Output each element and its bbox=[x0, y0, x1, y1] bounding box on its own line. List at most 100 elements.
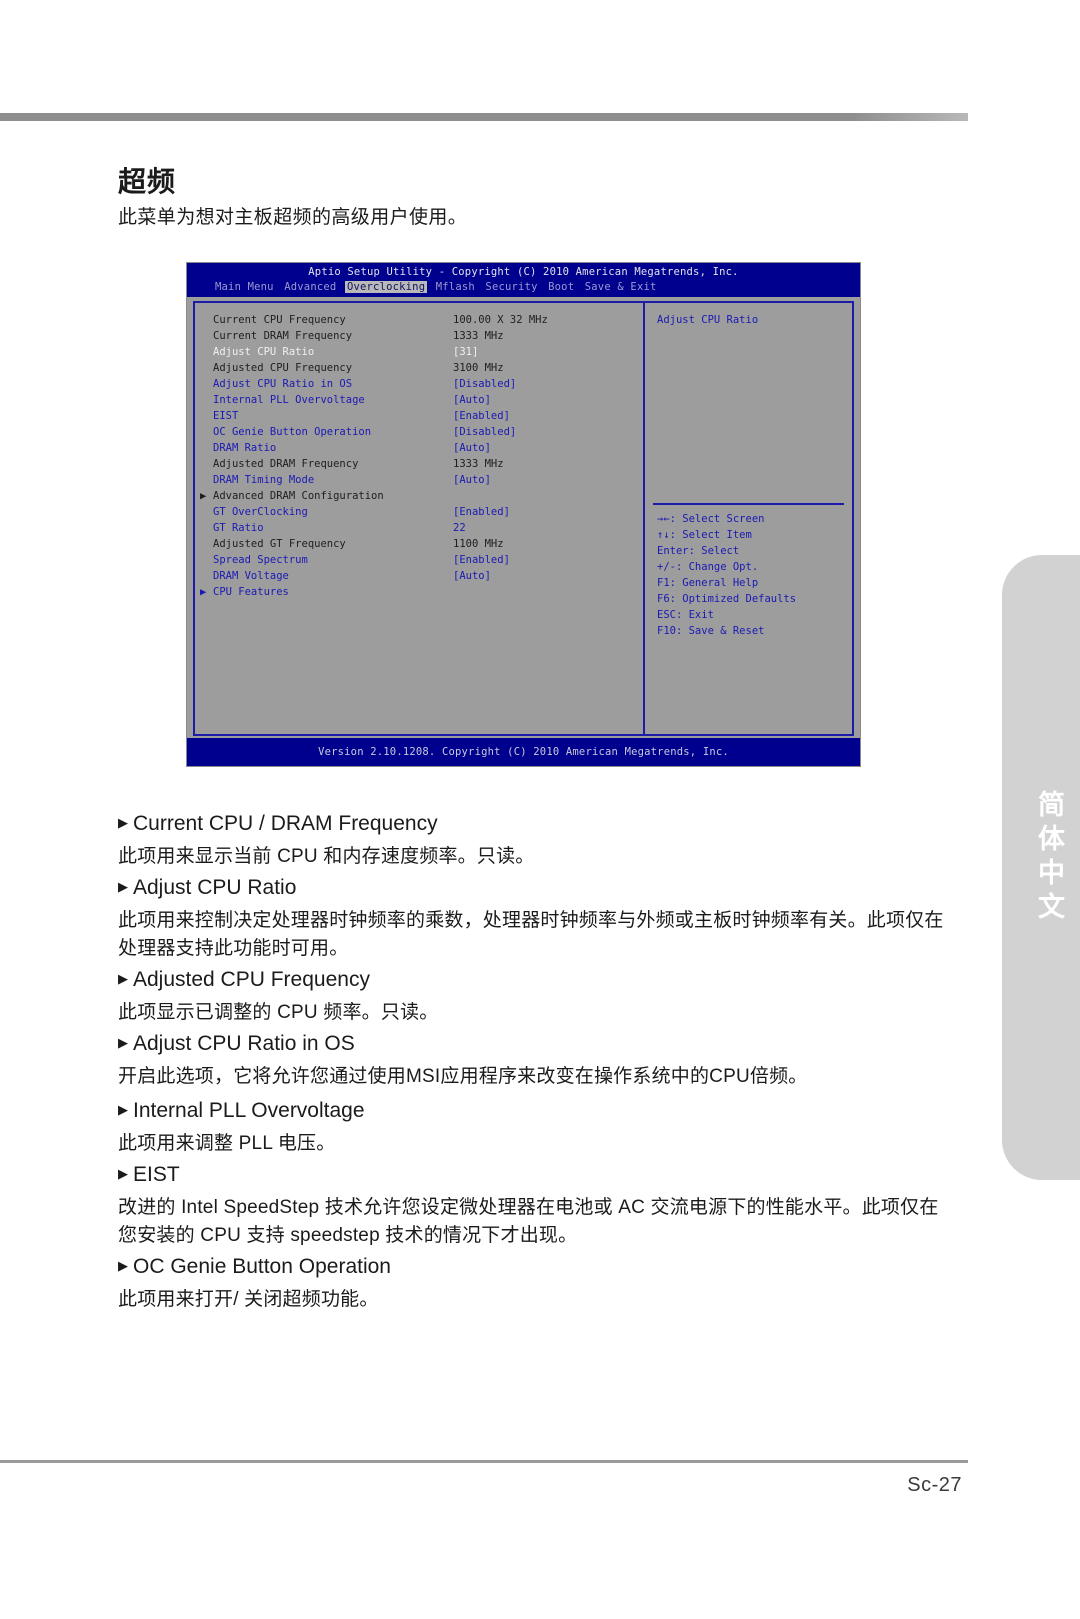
bios-menu-overclocking[interactable]: Overclocking bbox=[344, 281, 428, 293]
bios-setting-row[interactable]: ▶ Advanced DRAM Configuration bbox=[195, 488, 643, 504]
bios-setting-value[interactable]: 100.00 X 32 MHz bbox=[453, 312, 548, 328]
bios-help-key: F1: General Help bbox=[657, 577, 759, 589]
bios-setting-label: Internal PLL Overvoltage bbox=[213, 394, 365, 406]
bios-setting-value[interactable]: 3100 MHz bbox=[453, 360, 504, 376]
bios-setting-label: Adjusted DRAM Frequency bbox=[213, 458, 359, 470]
description-item-body: 此项用来显示当前 CPU 和内存速度频率。只读。 bbox=[118, 846, 535, 867]
bios-setting-row[interactable]: Adjust CPU Ratio [31] bbox=[195, 344, 643, 360]
bullet-arrow-icon: ▶ bbox=[118, 815, 128, 830]
bios-setting-row[interactable]: Current DRAM Frequency 1333 MHz bbox=[195, 328, 643, 344]
description-item-body: 此项用来调整 PLL 电压。 bbox=[118, 1133, 336, 1154]
description-item: ▶ Adjust CPU Ratio in OS 开启此选项，它将允许您通过使用MS… bbox=[118, 1032, 944, 1091]
bios-setting-value[interactable]: [Disabled] bbox=[453, 376, 516, 392]
bios-help-key: ESC: Exit bbox=[657, 609, 714, 621]
description-item-body: 此项用来控制决定处理器时钟频率的乘数，处理器时钟频率与外频或主板时钟频率有关。此… bbox=[118, 910, 944, 959]
bios-setting-value[interactable]: [Disabled] bbox=[453, 424, 516, 440]
bios-setting-row[interactable]: Adjusted DRAM Frequency 1333 MHz bbox=[195, 456, 643, 472]
description-item-heading: ▶ EIST bbox=[118, 1163, 944, 1187]
bios-setting-label: GT Ratio bbox=[213, 522, 264, 534]
bios-setting-label: DRAM Ratio bbox=[213, 442, 277, 454]
bios-setting-value[interactable]: [Auto] bbox=[453, 440, 491, 456]
bios-help-key: +/-: Change Opt. bbox=[657, 561, 759, 573]
bios-settings-list: Current CPU Frequency 100.00 X 32 MHz Curr… bbox=[195, 303, 645, 734]
bios-setting-row[interactable]: ▶ CPU Features bbox=[195, 584, 643, 600]
bullet-arrow-icon: ▶ bbox=[118, 879, 128, 894]
description-item-body: 改进的 Intel SpeedStep 技术允许您设定微处理器在电池或 AC 交… bbox=[118, 1197, 939, 1246]
description-item: ▶ Current CPU / DRAM Frequency 此项用来显示当前 CP… bbox=[118, 812, 944, 871]
bios-setting-label: Adjust CPU Ratio bbox=[213, 346, 315, 358]
language-tab-label: 简体中文 bbox=[1034, 790, 1064, 926]
bios-setting-row[interactable]: Spread Spectrum [Enabled] bbox=[195, 552, 643, 568]
bios-setting-value[interactable]: [Auto] bbox=[453, 568, 491, 584]
bios-menu-security[interactable]: Security bbox=[483, 281, 539, 293]
bullet-arrow-icon: ▶ bbox=[118, 971, 128, 986]
bios-menu-advanced[interactable]: Advanced bbox=[282, 281, 338, 293]
footer-rule bbox=[0, 1460, 968, 1463]
bios-help-keys: →←: Select Screen ↑↓: Select Item Enter: S… bbox=[657, 511, 796, 639]
bios-setting-value[interactable]: 1100 MHz bbox=[453, 536, 504, 552]
bios-screenshot-figure: Aptio Setup Utility - Copyright (C) 2010… bbox=[186, 262, 861, 767]
bullet-arrow-icon: ▶ bbox=[118, 1258, 128, 1273]
description-item: ▶ EIST 改进的 Intel SpeedStep 技术允许您设定微处理器在电池或… bbox=[118, 1163, 944, 1250]
bios-main-area: Current CPU Frequency 100.00 X 32 MHz Curr… bbox=[193, 301, 854, 736]
description-item: ▶ Adjust CPU Ratio 此项用来控制决定处理器时钟频率的乘数，处理器时… bbox=[118, 876, 944, 963]
bios-setting-row[interactable]: OC Genie Button Operation [Disabled] bbox=[195, 424, 643, 440]
bios-setting-label: Current DRAM Frequency bbox=[213, 330, 353, 342]
description-item-heading: ▶ Adjusted CPU Frequency bbox=[118, 968, 944, 992]
page-number: Sc-27 bbox=[907, 1474, 962, 1496]
description-item-heading-text: Adjust CPU Ratio in OS bbox=[133, 1032, 355, 1055]
bios-setting-label: EIST bbox=[213, 410, 239, 422]
description-item-heading: ▶ Adjust CPU Ratio in OS bbox=[118, 1032, 944, 1056]
description-item-heading-text: Adjusted CPU Frequency bbox=[133, 968, 370, 991]
bios-setting-row[interactable]: DRAM Voltage [Auto] bbox=[195, 568, 643, 584]
bios-setting-value[interactable]: [Enabled] bbox=[453, 552, 510, 568]
submenu-arrow-icon: ▶ bbox=[200, 586, 207, 598]
bios-help-key: ↑↓: Select Item bbox=[657, 529, 752, 541]
bios-help-key: Enter: Select bbox=[657, 545, 740, 557]
bios-help-key: →←: Select Screen bbox=[657, 513, 765, 525]
bios-setting-value[interactable]: [31] bbox=[453, 344, 478, 360]
bios-setting-value[interactable]: 22 bbox=[453, 520, 466, 536]
bios-setting-row[interactable]: GT Ratio 22 bbox=[195, 520, 643, 536]
description-item-heading-text: Adjust CPU Ratio bbox=[133, 876, 297, 899]
bios-setting-label: Spread Spectrum bbox=[213, 554, 308, 566]
bios-setting-value[interactable]: [Auto] bbox=[453, 392, 491, 408]
description-item-heading-text: OC Genie Button Operation bbox=[133, 1255, 391, 1278]
bios-setting-row[interactable]: Current CPU Frequency 100.00 X 32 MHz bbox=[195, 312, 643, 328]
bios-setting-label: Adjusted CPU Frequency bbox=[213, 362, 353, 374]
bios-setting-label: Adjust CPU Ratio in OS bbox=[213, 378, 353, 390]
bios-setting-label: DRAM Voltage bbox=[213, 570, 289, 582]
description-item-heading-text: Internal PLL Overvoltage bbox=[133, 1099, 365, 1122]
description-item-heading: ▶ Current CPU / DRAM Frequency bbox=[118, 812, 944, 836]
page-title: 超频 bbox=[118, 166, 177, 197]
bios-setting-value[interactable]: [Enabled] bbox=[453, 504, 510, 520]
bios-menu-main-menu[interactable]: Main Menu bbox=[213, 281, 276, 293]
description-item-heading-text: Current CPU / DRAM Frequency bbox=[133, 812, 438, 835]
bios-help-key: F10: Save & Reset bbox=[657, 625, 765, 637]
bios-setting-row[interactable]: Adjusted GT Frequency 1100 MHz bbox=[195, 536, 643, 552]
description-item-heading: ▶ Adjust CPU Ratio bbox=[118, 876, 944, 900]
bios-title: Aptio Setup Utility - Copyright (C) 2010… bbox=[308, 266, 739, 278]
bios-setting-label: OC Genie Button Operation bbox=[213, 426, 372, 438]
bios-setting-row[interactable]: Adjusted CPU Frequency 3100 MHz bbox=[195, 360, 643, 376]
bios-help-panel: Adjust CPU Ratio →←: Select Screen ↑↓: Se… bbox=[645, 303, 852, 734]
submenu-arrow-icon: ▶ bbox=[200, 490, 207, 502]
bios-setting-row[interactable]: EIST [Enabled] bbox=[195, 408, 643, 424]
bios-setting-row[interactable]: Internal PLL Overvoltage [Auto] bbox=[195, 392, 643, 408]
bios-setting-row[interactable]: Adjust CPU Ratio in OS [Disabled] bbox=[195, 376, 643, 392]
bios-setting-row[interactable]: DRAM Ratio [Auto] bbox=[195, 440, 643, 456]
bios-menu-save-exit[interactable]: Save & Exit bbox=[583, 281, 659, 293]
bullet-arrow-icon: ▶ bbox=[118, 1035, 128, 1050]
bios-menu-mflash[interactable]: Mflash bbox=[434, 281, 477, 293]
description-item: ▶ Adjusted CPU Frequency 此项显示已调整的 CPU 频率。只… bbox=[118, 968, 944, 1027]
description-item-body: 此项用来打开/ 关闭超频功能。 bbox=[118, 1289, 379, 1310]
bios-setting-value[interactable]: 1333 MHz bbox=[453, 328, 504, 344]
bios-setting-value[interactable]: [Enabled] bbox=[453, 408, 510, 424]
bios-menu-boot[interactable]: Boot bbox=[546, 281, 576, 293]
bios-setting-row[interactable]: GT OverClocking [Enabled] bbox=[195, 504, 643, 520]
bios-setting-value[interactable]: 1333 MHz bbox=[453, 456, 504, 472]
description-item: ▶ Internal PLL Overvoltage 此项用来调整 PLL 电压。 bbox=[118, 1099, 944, 1158]
bullet-arrow-icon: ▶ bbox=[118, 1102, 128, 1117]
bios-setting-value[interactable]: [Auto] bbox=[453, 472, 491, 488]
bios-setting-row[interactable]: DRAM Timing Mode [Auto] bbox=[195, 472, 643, 488]
